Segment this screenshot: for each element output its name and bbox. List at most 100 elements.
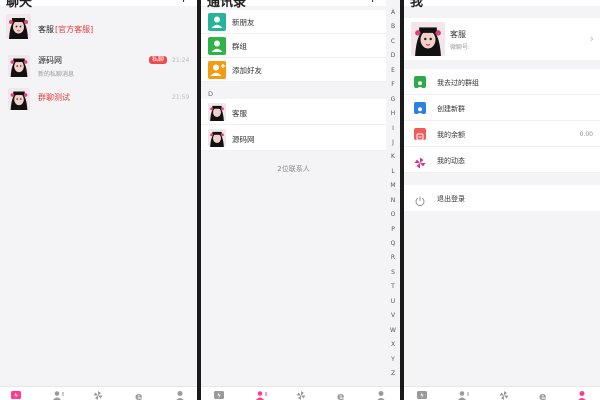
avatar (208, 103, 226, 121)
tab-me-icon[interactable] (174, 390, 188, 400)
logout-item[interactable]: 退出登录 (404, 185, 600, 211)
svg-text:e: e (135, 390, 142, 400)
tab-chats-icon[interactable] (416, 390, 430, 400)
chat-item-kefu[interactable]: 客服 [官方客服] (0, 14, 197, 44)
index-letter[interactable]: I (386, 122, 400, 136)
tab-discover-icon[interactable] (295, 390, 309, 400)
logout-section: 退出登录 (404, 185, 600, 211)
contact-item-yuanmawang[interactable]: 源码网 (201, 125, 386, 151)
alphabet-index[interactable]: ABCDEFGHIJKLMNOPQRSTUVWXYZ (386, 6, 400, 381)
balance-item[interactable]: 我的余额 0.00 (404, 121, 600, 147)
add-friend-icon (208, 61, 226, 79)
add-friend-item[interactable]: 添加好友 (201, 58, 386, 82)
moments-icon (414, 154, 426, 169)
profile-card[interactable]: 客服 微聊号: › (404, 18, 600, 60)
tab-bar: e (201, 386, 400, 400)
index-letter[interactable]: T (386, 280, 400, 294)
index-letter[interactable]: W (386, 324, 400, 338)
tab-contacts-icon[interactable] (52, 390, 66, 400)
tab-me-icon[interactable] (375, 390, 389, 400)
tab-browser-icon[interactable]: e (134, 390, 148, 400)
groups-label: 群组 (232, 42, 247, 51)
profile-avatar (411, 22, 445, 56)
index-letter[interactable]: R (386, 251, 400, 265)
new-friends-icon (208, 13, 226, 31)
index-letter[interactable]: O (386, 208, 400, 222)
chat-name: 源码网 (38, 56, 62, 65)
avatar (6, 14, 31, 39)
visited-groups-label: 我去过的群组 (437, 79, 479, 87)
tab-browser-icon[interactable]: e (538, 390, 552, 400)
tab-browser-icon[interactable]: e (336, 390, 350, 400)
tab-me-icon[interactable] (576, 390, 590, 400)
contact-list: 客服 源码网 (201, 99, 386, 151)
tab-discover-icon[interactable] (498, 390, 512, 400)
tab-chats-icon[interactable] (213, 390, 227, 400)
avatar (8, 55, 30, 77)
tab-bar: e (0, 386, 197, 400)
tab-chats-icon[interactable] (10, 390, 24, 400)
index-letter[interactable]: G (386, 93, 400, 107)
power-icon (414, 192, 426, 206)
index-letter[interactable]: F (386, 78, 400, 92)
create-group-label: 创建新群 (437, 105, 465, 113)
index-letter[interactable]: Z (386, 367, 400, 381)
contacts-title: 通讯录 (207, 0, 247, 10)
index-letter[interactable]: M (386, 179, 400, 193)
add-contact-icon[interactable]: + (367, 0, 378, 6)
contact-name: 客服 (232, 109, 247, 118)
index-letter[interactable]: K (386, 150, 400, 164)
svg-text:e: e (539, 390, 546, 400)
chats-title: 聊天 (6, 0, 33, 10)
index-letter[interactable]: D (386, 49, 400, 63)
index-letter[interactable]: S (386, 266, 400, 280)
create-group-item[interactable]: 创建新群 (404, 95, 600, 121)
index-letter[interactable]: H (386, 107, 400, 121)
index-letter[interactable]: E (386, 64, 400, 78)
index-letter[interactable]: J (386, 136, 400, 150)
chat-time: 21:59 (172, 94, 190, 101)
chats-screen: 聊天 + 客服 [官方客服] 源码网 新的私聊消息 私聊 21:24 群聊测试 … (0, 0, 197, 400)
chevron-right-icon: › (589, 32, 594, 45)
index-letter[interactable]: C (386, 35, 400, 49)
contacts-header: 通讯录 + (201, 0, 386, 10)
tab-discover-icon[interactable] (92, 390, 106, 400)
chat-tag: [官方客服] (55, 25, 94, 34)
chat-item-group-test[interactable]: 群聊测试 21:59 (0, 86, 197, 116)
create-group-icon (414, 102, 426, 116)
index-letter[interactable]: L (386, 165, 400, 179)
new-friends-item[interactable]: 新朋友 (201, 10, 386, 34)
index-letter[interactable]: Q (386, 237, 400, 251)
contacts-screen: 通讯录 + 新朋友 群组 添加好友 D 客服 (201, 0, 400, 400)
tab-contacts-icon[interactable] (255, 390, 269, 400)
index-letter[interactable]: P (386, 223, 400, 237)
index-letter[interactable]: X (386, 338, 400, 352)
svg-text:e: e (337, 390, 344, 400)
add-friend-label: 添加好友 (232, 66, 262, 75)
function-list: 新朋友 群组 添加好友 (201, 10, 386, 82)
groups-item[interactable]: 群组 (201, 34, 386, 58)
index-letter[interactable]: A (386, 6, 400, 20)
index-letter[interactable]: N (386, 194, 400, 208)
visited-groups-item[interactable]: 我去过的群组 (404, 69, 600, 95)
balance-label: 我的余额 (437, 131, 465, 139)
profile-name: 客服 (450, 30, 466, 39)
my-moments-item[interactable]: 我的动态 (404, 147, 600, 173)
index-letter[interactable]: V (386, 309, 400, 323)
avatar (8, 88, 30, 110)
chat-badge: 私聊 (149, 56, 168, 64)
index-letter[interactable]: B (386, 20, 400, 34)
chats-header: 聊天 + (0, 0, 197, 10)
index-letter[interactable]: U (386, 295, 400, 309)
add-icon[interactable]: + (178, 0, 189, 6)
section-letter: D (208, 90, 214, 98)
chat-item-yuanmawang[interactable]: 源码网 新的私聊消息 私聊 21:24 (0, 52, 197, 82)
index-letter[interactable]: Y (386, 353, 400, 367)
chat-time: 21:24 (172, 57, 190, 64)
logout-label: 退出登录 (437, 195, 465, 203)
chat-subtitle: 新的私聊消息 (38, 71, 75, 78)
contact-item-kefu[interactable]: 客服 (201, 99, 386, 125)
my-moments-label: 我的动态 (437, 157, 465, 165)
tab-contacts-icon[interactable] (457, 390, 471, 400)
wallet-icon (414, 128, 426, 141)
